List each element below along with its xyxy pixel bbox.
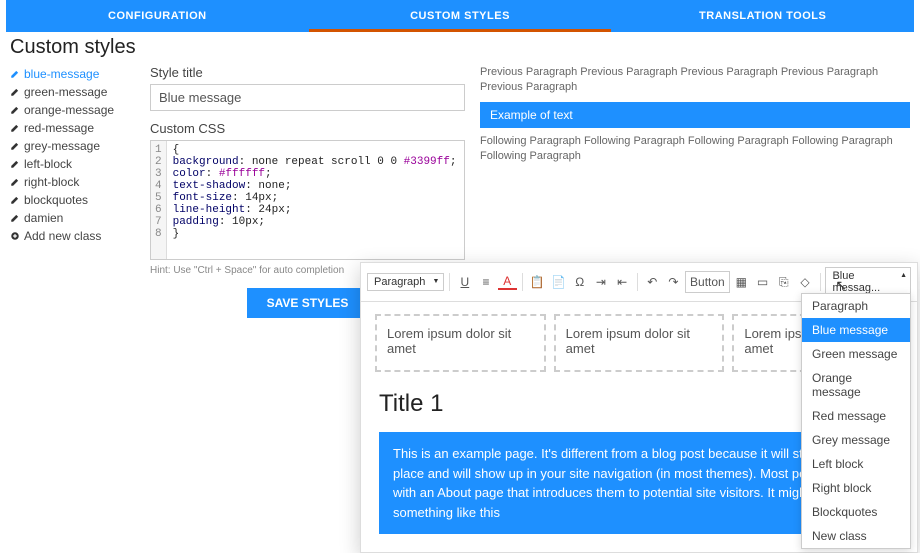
pencil-icon bbox=[10, 159, 20, 169]
redo-icon[interactable]: ↷ bbox=[664, 271, 683, 293]
lorem-box[interactable]: Lorem ipsum dolor sit amet bbox=[554, 314, 725, 372]
clipboard-icon[interactable]: 📄 bbox=[549, 271, 568, 293]
bookmark-icon[interactable]: ⎘ bbox=[774, 271, 793, 293]
eraser-icon[interactable]: ◇ bbox=[795, 271, 814, 293]
align-icon[interactable]: ≡ bbox=[476, 271, 495, 293]
sidebar-label: damien bbox=[24, 211, 63, 225]
plus-circle-icon bbox=[10, 231, 20, 241]
sidebar-item-grey-message[interactable]: grey-message bbox=[10, 137, 150, 155]
style-title-input[interactable] bbox=[150, 84, 465, 111]
outdent-icon[interactable]: ⇤ bbox=[613, 271, 632, 293]
omega-icon[interactable]: Ω bbox=[570, 271, 589, 293]
paragraph-select[interactable]: Paragraph bbox=[367, 273, 444, 291]
css-gutter: 12345678 bbox=[151, 141, 167, 259]
cursor-icon: ↖ bbox=[835, 277, 847, 294]
dd-paragraph[interactable]: Paragraph bbox=[802, 294, 910, 318]
save-styles-button[interactable]: SAVE STYLES bbox=[247, 288, 369, 318]
indent-icon[interactable]: ⇥ bbox=[591, 271, 610, 293]
underline-icon[interactable]: U bbox=[455, 271, 474, 293]
dd-red-message[interactable]: Red message bbox=[802, 404, 910, 428]
dd-blue-message[interactable]: Blue message bbox=[802, 318, 910, 342]
sidebar-label: blockquotes bbox=[24, 193, 88, 207]
custom-css-label: Custom CSS bbox=[150, 121, 465, 136]
pencil-icon bbox=[10, 141, 20, 151]
preview-prev-paragraph: Previous Paragraph Previous Paragraph Pr… bbox=[480, 65, 910, 96]
table-icon[interactable]: ▦ bbox=[732, 271, 751, 293]
dd-green-message[interactable]: Green message bbox=[802, 342, 910, 366]
top-tabs: CONFIGURATION CUSTOM STYLES TRANSLATION … bbox=[6, 0, 914, 32]
pencil-icon bbox=[10, 105, 20, 115]
text-color-icon[interactable]: A bbox=[498, 274, 517, 290]
sidebar-label: red-message bbox=[24, 121, 94, 135]
sidebar-label: blue-message bbox=[24, 67, 99, 81]
dd-orange-message[interactable]: Orange message bbox=[802, 366, 910, 404]
sidebar-item-blue-message[interactable]: blue-message bbox=[10, 65, 150, 83]
style-title-label: Style title bbox=[150, 65, 465, 80]
css-editor[interactable]: 12345678 { background: none repeat scrol… bbox=[150, 140, 465, 260]
preview-next-paragraph: Following Paragraph Following Paragraph … bbox=[480, 134, 910, 165]
sidebar-label: green-message bbox=[24, 85, 107, 99]
lorem-box[interactable]: Lorem ipsum dolor sit amet bbox=[375, 314, 546, 372]
button-insert[interactable]: Button bbox=[685, 271, 730, 293]
tab-configuration[interactable]: CONFIGURATION bbox=[6, 0, 309, 32]
page-title: Custom styles bbox=[10, 36, 910, 59]
sidebar-item-damien[interactable]: damien bbox=[10, 209, 150, 227]
tab-custom-styles[interactable]: CUSTOM STYLES bbox=[309, 0, 612, 32]
pencil-icon bbox=[10, 123, 20, 133]
style-dropdown: Paragraph Blue message Green message Ora… bbox=[801, 293, 911, 549]
sidebar-label: orange-message bbox=[24, 103, 114, 117]
pencil-icon bbox=[10, 195, 20, 205]
sidebar-item-left-block[interactable]: left-block bbox=[10, 155, 150, 173]
sidebar-label: grey-message bbox=[24, 139, 100, 153]
preview-example-text: Example of text bbox=[480, 102, 910, 128]
dd-grey-message[interactable]: Grey message bbox=[802, 428, 910, 452]
pencil-icon bbox=[10, 177, 20, 187]
image-icon[interactable]: ▭ bbox=[753, 271, 772, 293]
css-code[interactable]: { background: none repeat scroll 0 0 #33… bbox=[167, 141, 463, 259]
sidebar-item-red-message[interactable]: red-message bbox=[10, 119, 150, 137]
sidebar-label: left-block bbox=[24, 157, 72, 171]
sidebar-item-orange-message[interactable]: orange-message bbox=[10, 101, 150, 119]
pencil-icon bbox=[10, 69, 20, 79]
sidebar: blue-message green-message orange-messag… bbox=[10, 65, 150, 318]
sidebar-label: Add new class bbox=[24, 229, 101, 243]
dd-left-block[interactable]: Left block bbox=[802, 452, 910, 476]
tab-translation-tools[interactable]: TRANSLATION TOOLS bbox=[611, 0, 914, 32]
dd-right-block[interactable]: Right block bbox=[802, 476, 910, 500]
pencil-icon bbox=[10, 213, 20, 223]
sidebar-item-blockquotes[interactable]: blockquotes bbox=[10, 191, 150, 209]
dd-new-class[interactable]: New class bbox=[802, 524, 910, 548]
dd-blockquotes[interactable]: Blockquotes bbox=[802, 500, 910, 524]
sidebar-add-new-class[interactable]: Add new class bbox=[10, 227, 150, 245]
sidebar-label: right-block bbox=[24, 175, 79, 189]
pencil-icon bbox=[10, 87, 20, 97]
rich-editor: Paragraph U ≡ A 📋 📄 Ω ⇥ ⇤ ↶ ↷ Button ▦ ▭… bbox=[360, 262, 918, 553]
paste-icon[interactable]: 📋 bbox=[528, 271, 547, 293]
sidebar-item-right-block[interactable]: right-block bbox=[10, 173, 150, 191]
undo-icon[interactable]: ↶ bbox=[643, 271, 662, 293]
sidebar-item-green-message[interactable]: green-message bbox=[10, 83, 150, 101]
